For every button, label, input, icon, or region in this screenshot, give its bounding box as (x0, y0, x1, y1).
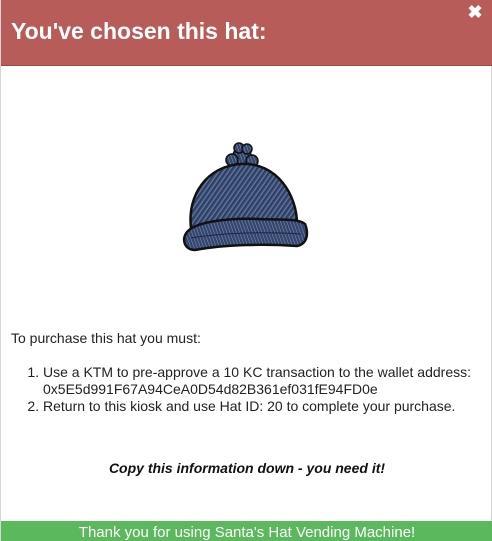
footer-banner: Thank you for using Santa's Hat Vending … (1, 521, 492, 541)
copy-warning: Copy this information down - you need it… (108, 460, 386, 476)
beanie-hat-image (177, 140, 317, 260)
close-icon[interactable]: ✖ (467, 3, 483, 21)
list-item: Use a KTM to pre-approve a 10 KC transac… (43, 364, 483, 398)
dialog-header: You've chosen this hat: ✖ (1, 0, 492, 66)
hat-purchase-dialog: You've chosen this hat: ✖ To purchase th… (0, 0, 492, 541)
instructions-intro: To purchase this hat you must: (11, 330, 201, 346)
instructions-steps: Use a KTM to pre-approve a 10 KC transac… (11, 364, 483, 415)
list-item: Return to this kiosk and use Hat ID: 20 … (43, 398, 483, 415)
dialog-title: You've chosen this hat: (11, 18, 267, 44)
purchase-instructions: To purchase this hat you must: Use a KTM… (11, 330, 483, 415)
